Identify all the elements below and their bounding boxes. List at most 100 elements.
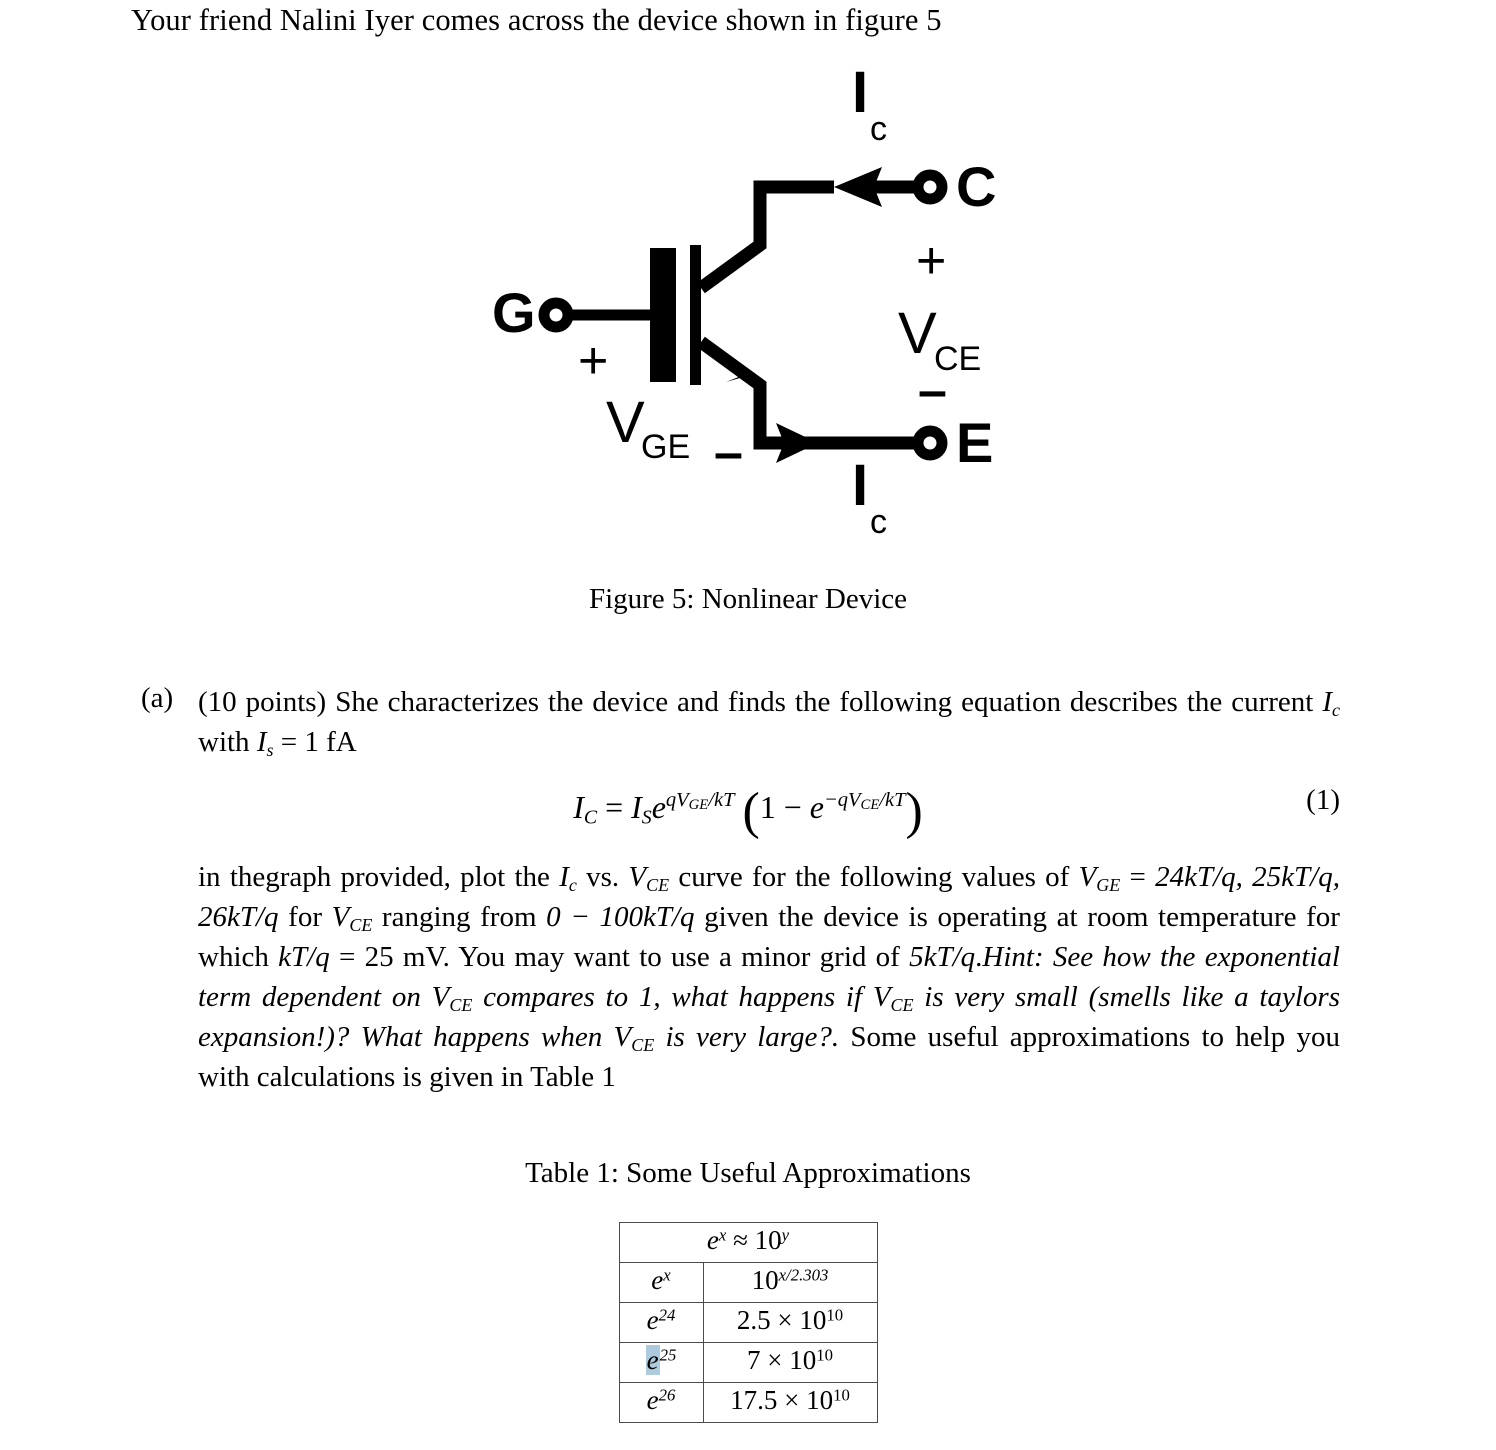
hdr-approx: ≈ [726,1225,755,1255]
collector-terminal-label: C [956,155,996,218]
gate-plate [650,248,676,382]
eq-e1: e [651,789,666,826]
equation-1-row: IC = ISeqVGE/kT (1 − e−qVCE/kT) (1) [0,782,1496,842]
table-header-row: ex ≈ 10y [618,1222,878,1263]
part-a-with: with [198,726,257,758]
emitter-terminal-label: E [956,411,993,474]
vge-minus-sign: – [714,424,743,482]
bp-hint-2: compares to 1, what happens if [472,981,873,1013]
part-a-is-value: = 1 fA [273,726,357,758]
hdr-ten: 10y [754,1225,790,1255]
table-row: e26 17.5 × 1010 [618,1382,878,1423]
table-header-cell: ex ≈ 10y [618,1222,878,1263]
table-cell-left-2: e25 [618,1342,704,1383]
vce-plus-sign: + [916,232,946,290]
bp-vce-2: VCE [331,901,373,936]
part-a-body-paragraph: in thegraph provided, plot the Ic vs. VC… [0,857,1496,1097]
cell-e-3: e26 [646,1385,676,1415]
ic-top-subscript: c [870,110,887,148]
vce-minus-sign: – [918,362,947,420]
is-symbol-inline: Is [256,726,274,761]
ic-top-symbol: I [852,60,868,125]
vge-symbol: V [606,390,645,455]
cell-e-0: ex [651,1265,671,1295]
selected-text-highlight[interactable]: e [645,1345,660,1375]
gate-terminal-label: G [492,281,536,344]
cell-e-1: e24 [646,1305,676,1335]
vge-subscript: GE [641,428,690,466]
eq-exponent-1: qVGE/kT [665,789,735,814]
table-cell-left-0: ex [618,1262,704,1303]
eq-close-paren: ) [905,783,923,840]
eq-lhs: IC [573,789,598,829]
table-cell-right-3: 17.5 × 1010 [702,1382,878,1423]
cell-val-0: 10x/2.303 [751,1265,829,1295]
part-a-text: (10 points) She characterizes the device… [198,682,1340,762]
cell-val-3: 17.5 × 1010 [730,1385,850,1415]
bp-hint-label: Hint: [982,941,1044,973]
part-a-label: (a) [141,682,174,714]
cell-val-2: 7 × 1010 [747,1345,833,1375]
bp-s1: in thegraph provided, plot the [198,861,560,893]
eq-equals: = [597,789,632,826]
bp-s2: vs. [576,861,629,893]
bp-minor-grid: 5kT/q [909,941,976,973]
cell-e-2: e25 [645,1345,677,1375]
circuit-diagram: G C E I c I c + V GE – + V CE – [478,60,1018,560]
emitter-terminal-node [912,425,948,461]
equation-number: (1) [1306,784,1340,816]
bp-vce-4: VCE [872,981,914,1016]
bp-vce-1: VCE [628,861,670,896]
body-paragraph-text: in thegraph provided, plot the Ic vs. VC… [198,857,1340,1097]
eq-is: IS [631,789,652,829]
document-page: Your friend Nalini Iyer comes across the… [0,0,1496,1450]
eq-e2: e [809,789,824,826]
cell-val-1: 2.5 × 1010 [736,1305,844,1335]
table-cell-right-1: 2.5 × 1010 [702,1302,878,1343]
bp-s4: = [1120,861,1156,893]
figure-caption: Figure 5: Nonlinear Device [588,583,908,615]
vge-plus-sign: + [578,332,608,390]
eq-open-paren: ( [742,783,760,840]
approximations-table: ex ≈ 10y ex 10x/2.303 e24 2.5 × 1010 e25… [618,1222,878,1423]
bp-hint-4: is very large?. [654,1021,840,1053]
collector-terminal-node [912,169,948,205]
table-cell-right-2: 7 × 1010 [702,1342,878,1383]
intro-sentence: Your friend Nalini Iyer comes across the… [131,3,942,37]
collector-wire [697,180,834,294]
bp-ktq: kT/q [278,941,330,973]
bp-s3: curve for the following values of [669,861,1079,893]
gate-terminal-node [538,297,574,333]
approximations-table-wrap: ex ≈ 10y ex 10x/2.303 e24 2.5 × 1010 e25… [0,1222,1496,1423]
eq-exponent-2: −qVCE/kT [823,789,906,814]
table-row: ex 10x/2.303 [618,1262,878,1303]
table-cell-left-3: e26 [618,1382,704,1423]
eq-one-minus: 1 − [759,789,810,826]
bp-ic: Ic [559,861,577,896]
ic-bottom-subscript: c [870,503,887,541]
figure-5-block: G C E I c I c + V GE – + V CE – [0,60,1496,560]
ic-bottom-symbol: I [852,453,868,518]
table-row: e25 7 × 1010 [618,1342,878,1383]
vce-symbol: V [898,301,937,366]
table-caption: Table 1: Some Useful Approximations [525,1157,971,1189]
bp-s5: for [278,901,332,933]
hdr-e: ex [706,1225,727,1255]
table-cell-right-0: 10x/2.303 [702,1262,878,1303]
part-a-leadin: She characterizes the device and finds t… [326,686,1323,718]
ic-subscript-inline: c [1332,700,1340,721]
igbt-symbol-svg: G C E I c I c + V GE – + V CE – [492,60,996,541]
equation-1-expression: IC = ISeqVGE/kT (1 − e−qVCE/kT) [0,782,1496,841]
bp-range: 0 − 100kT/q [546,901,695,933]
problem-part-a: (a) (10 points) She characterizes the de… [0,682,1496,762]
ic-symbol-inline: Ic [1322,686,1340,721]
part-a-points: (10 points) [198,686,327,718]
bp-vge: VGE [1078,861,1121,896]
bp-vce-5: VCE [613,1021,655,1056]
bp-s8: = 25 mV. You may want to use a minor gri… [329,941,910,973]
bp-s6: ranging from [372,901,547,933]
table-row: e24 2.5 × 1010 [618,1302,878,1343]
table-cell-left-1: e24 [618,1302,704,1343]
bp-vce-3: VCE [431,981,473,1016]
channel-bar [690,245,701,385]
